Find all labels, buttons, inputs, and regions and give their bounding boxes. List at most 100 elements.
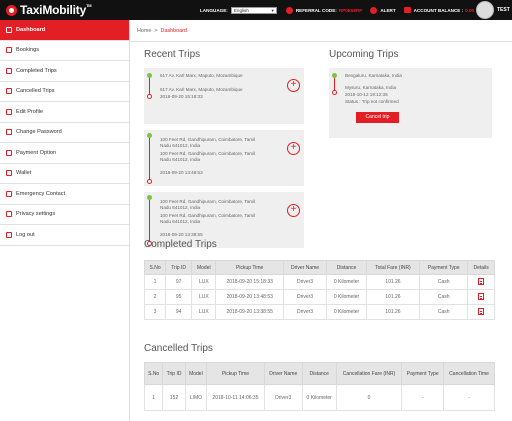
add-trip-button[interactable]: + (287, 79, 300, 92)
bookings-icon (6, 47, 12, 54)
avatar[interactable] (476, 1, 494, 19)
column-header: Driver Name (282, 260, 328, 275)
balance-label: ACCOUNT BALANCE : (413, 7, 464, 13)
trip-time: 2018-10-12 19:12:36 (345, 92, 388, 97)
drop-address: Mysuru, Karnataka, India (345, 85, 397, 90)
column-header: Trip ID (165, 260, 193, 275)
dashboard-icon (6, 26, 12, 33)
edit-icon (6, 108, 12, 115)
add-trip-button[interactable]: + (287, 142, 300, 155)
lock-icon (6, 129, 12, 136)
column-header: Distance (301, 362, 337, 385)
referral-code: RP0E58RP (338, 7, 363, 13)
column-header: Model (184, 362, 207, 385)
column-header: Cancellation Time (443, 362, 495, 385)
language-select[interactable]: English ▾ (230, 6, 277, 14)
column-header: Pickup Time (205, 362, 265, 385)
recent-trips-title: Recent Trips (144, 49, 201, 60)
table-row: 1 97 LUX 2018-09-20 15:18:33 Driver3 0 K… (143, 274, 495, 290)
sidebar-item-privacy-settings[interactable]: Privacy settings (0, 205, 129, 225)
column-header: Distance (326, 260, 367, 275)
referral-icon (285, 6, 293, 14)
breadcrumb-separator: > (154, 27, 158, 34)
details-icon[interactable] (478, 292, 485, 300)
column-header: Payment Type (419, 260, 469, 275)
pickup-address: 100 Feet Rd, Gandhipuram, Coimbatore, Ta… (160, 137, 256, 149)
alert-label: ALERT (380, 7, 396, 13)
username[interactable]: TEST (497, 7, 510, 13)
sidebar-item-cancelled-trips[interactable]: Cancelled Trips (0, 82, 129, 102)
trip-status: Status : Trip not confirmed (345, 99, 399, 104)
privacy-icon (6, 211, 12, 218)
table-header-row: S.No Trip ID Model Pickup Time Driver Na… (143, 260, 495, 275)
drop-address: 100 Feet Rd, Gandhipuram, Coimbatore, Ta… (160, 151, 256, 163)
sidebar-item-change-password[interactable]: Change Password (0, 123, 129, 143)
trip-time: 2018-09-20 13:48:53 (160, 170, 203, 175)
details-icon[interactable] (478, 307, 485, 315)
completed-trips-title: Completed Trips (144, 239, 217, 250)
language-label: LANGUAGE: (200, 7, 228, 13)
breadcrumb-current: Dashboard (160, 27, 187, 34)
wallet-icon (6, 170, 12, 177)
wallet-icon (403, 7, 411, 13)
table-header-row: S.No Trip ID Model Pickup Time Driver Na… (143, 362, 495, 385)
column-header: Model (191, 260, 217, 275)
cancelled-trips-title: Cancelled Trips (144, 343, 213, 354)
column-header: Payment Type (401, 362, 445, 385)
column-header: Driver Name (263, 362, 303, 385)
chevron-down-icon: ▾ (271, 7, 274, 13)
drop-dot (147, 179, 152, 184)
balance-value: 0.00 (465, 7, 475, 13)
breadcrumb-home[interactable]: Home (137, 28, 151, 34)
sidebar-item-dashboard[interactable]: Dashboard (0, 20, 129, 41)
upcoming-trip-card: Bengaluru, Karnataka, India Mysuru, Karn… (329, 68, 492, 138)
bell-icon (370, 6, 378, 14)
details-icon[interactable] (478, 277, 485, 285)
pickup-dot (332, 73, 337, 78)
alert-button[interactable]: ALERT (370, 6, 396, 14)
column-header: Pickup Time (215, 260, 284, 275)
trademark: TM (86, 3, 92, 8)
sidebar-item-bookings[interactable]: Bookings (0, 41, 129, 61)
logo[interactable]: TaxiMobilityTM (6, 3, 92, 17)
logout-icon (6, 231, 12, 238)
pickup-dot (147, 195, 152, 200)
main-content: Home > Dashboard Recent Trips 617 Av. Ka… (130, 20, 512, 421)
table-row: 1 152 LIMO 2018-10-11 14:06:35 Driver3 0… (143, 384, 495, 411)
column-header: Cancellation Fare (INR) (335, 362, 403, 385)
language-value: English (233, 7, 249, 13)
sidebar-item-payment-option[interactable]: Payment Option (0, 143, 129, 164)
trip-time: 2018-09-20 13:38:55 (160, 232, 203, 237)
pickup-address: 100 Feet Rd, Gandhipuram, Coimbatore, Ta… (160, 199, 256, 211)
add-trip-button[interactable]: + (287, 204, 300, 217)
card-icon (6, 149, 12, 156)
recent-trip-card: 100 Feet Rd, Gandhipuram, Coimbatore, Ta… (144, 130, 304, 186)
referral-label: REFERRAL CODE: (295, 7, 337, 13)
column-header: Details (467, 260, 495, 275)
cancel-trip-button[interactable]: Cancel trip (356, 112, 399, 123)
drop-dot (147, 94, 152, 99)
column-header: S.No (143, 260, 167, 275)
sidebar-item-emergency-contact[interactable]: Emergency Contact (0, 184, 129, 205)
column-header: S.No (143, 362, 164, 385)
sidebar: Dashboard Bookings Completed Trips Cance… (0, 20, 130, 421)
pickup-address: 617 Av. Karl Marx, Maputo, Mozambique (160, 73, 243, 78)
table-row: 3 94 LUX 2018-09-20 13:38:55 Driver3 0 K… (143, 304, 495, 320)
recent-trip-card: 617 Av. Karl Marx, Maputo, Mozambique 61… (144, 68, 304, 124)
sidebar-item-edit-profile[interactable]: Edit Profile (0, 102, 129, 123)
sidebar-item-log-out[interactable]: Log out (0, 225, 129, 246)
pickup-dot (147, 133, 152, 138)
drop-address: 100 Feet Rd, Gandhipuram, Coimbatore, Ta… (160, 213, 256, 225)
cancel-car-icon (6, 88, 12, 95)
drop-dot (332, 90, 337, 95)
sidebar-item-completed-trips[interactable]: Completed Trips (0, 61, 129, 82)
pickup-dot (147, 73, 152, 78)
drop-address: 617 Av. Karl Marx, Maputo, Mozambique (160, 87, 243, 92)
table-row: 2 95 LUX 2018-09-20 13:48:53 Driver3 0 K… (143, 289, 495, 305)
column-header: Total Fare (INR) (365, 260, 421, 275)
cancelled-trips-table: S.No Trip ID Model Pickup Time Driver Na… (143, 362, 495, 411)
sidebar-item-wallet[interactable]: Wallet (0, 164, 129, 184)
completed-trips-table: S.No Trip ID Model Pickup Time Driver Na… (143, 260, 495, 320)
phone-icon (6, 190, 12, 197)
logo-mark-icon (6, 4, 17, 16)
